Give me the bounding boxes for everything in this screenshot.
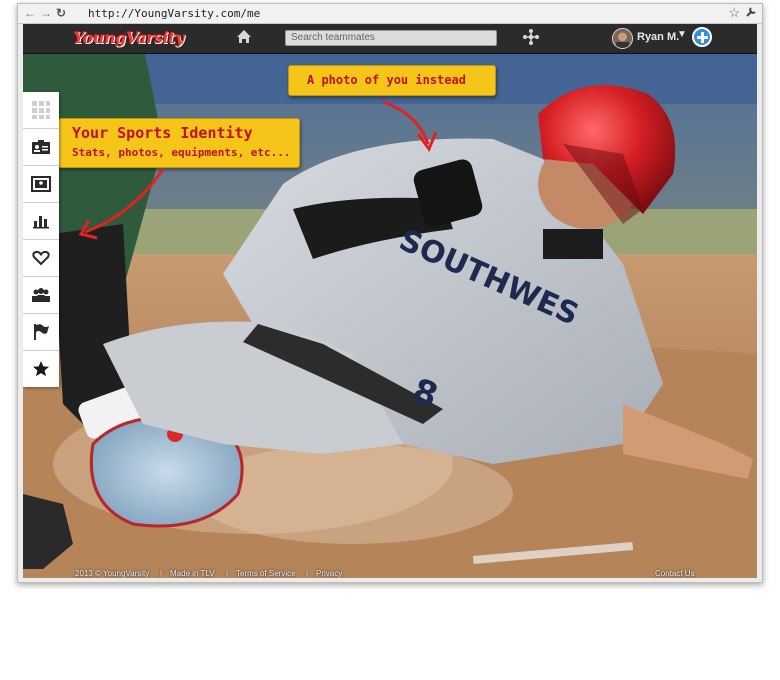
- sidebar-item-id-card[interactable]: [23, 129, 59, 166]
- page-footer: 2013 © YoungVarsity | Made in TLV | Term…: [23, 569, 757, 578]
- footer-privacy-link[interactable]: Privacy: [316, 569, 342, 578]
- photo-icon: [31, 176, 51, 192]
- sidebar-item-star[interactable]: [23, 351, 59, 387]
- footer-made-in[interactable]: Made in TLV: [170, 569, 215, 578]
- flag-icon: [34, 324, 49, 340]
- address-bar[interactable]: http://YoungVarsity.com/me: [88, 6, 260, 21]
- wrench-icon[interactable]: [746, 4, 757, 22]
- footer-separator: |: [160, 569, 163, 578]
- sidebar-item-photo[interactable]: [23, 166, 59, 203]
- sidebar-item-team[interactable]: [23, 277, 59, 314]
- footer-separator: |: [226, 569, 229, 578]
- back-icon[interactable]: ←: [24, 5, 36, 22]
- stats-chart-icon: [33, 216, 49, 229]
- id-card-icon: [32, 140, 50, 154]
- sidebar-item-heart[interactable]: [23, 240, 59, 277]
- page-viewport: SOUTHWES 8 YoungVarsity Search teammates: [23, 24, 757, 578]
- sidebar-item-stats[interactable]: [23, 203, 59, 240]
- team-icon: [32, 288, 50, 302]
- sidebar-item-grid[interactable]: [23, 92, 59, 129]
- annotation-arrows: [78, 100, 438, 240]
- reload-icon[interactable]: ↻: [56, 5, 66, 22]
- footer-separator: |: [306, 569, 309, 578]
- browser-window: ← → ↻ http://YoungVarsity.com/me ☆ SOUTH…: [17, 3, 763, 583]
- sidebar-item-flag[interactable]: [23, 314, 59, 351]
- footer-copyright: 2013 © YoungVarsity: [75, 569, 150, 578]
- footer-contact-link[interactable]: Contact Us: [655, 569, 695, 578]
- left-sidebar: [23, 92, 59, 387]
- arrow-to-sidebar: [84, 168, 165, 234]
- footer-terms-link[interactable]: Terms of Service: [236, 569, 296, 578]
- grid-icon: [32, 101, 50, 119]
- star-icon: [33, 361, 49, 377]
- browser-toolbar: ← → ↻ http://YoungVarsity.com/me ☆: [18, 4, 762, 24]
- heart-icon: [32, 250, 50, 266]
- forward-icon[interactable]: →: [40, 5, 52, 22]
- star-icon[interactable]: ☆: [728, 4, 740, 22]
